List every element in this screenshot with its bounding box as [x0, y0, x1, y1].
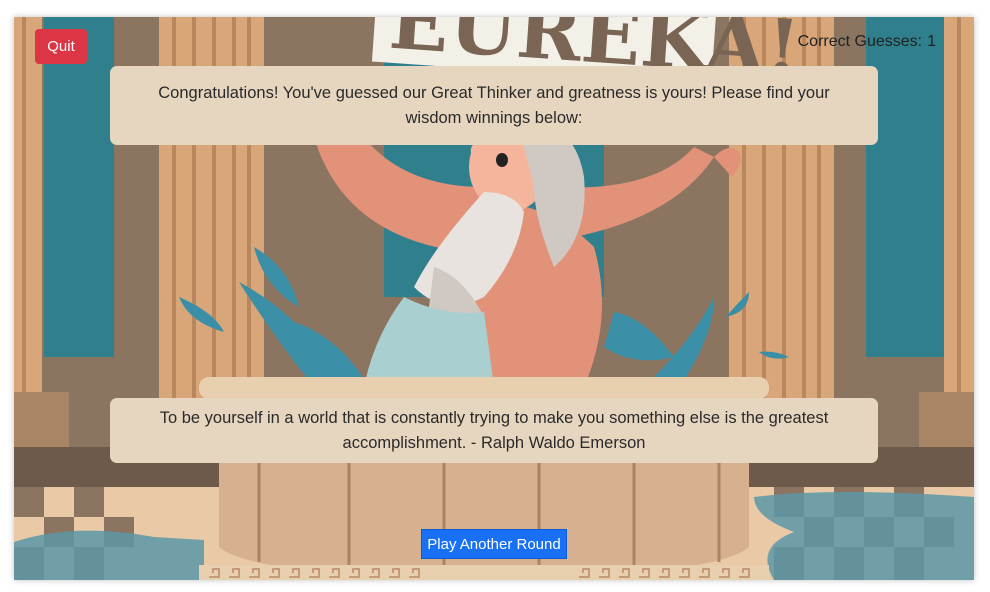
- play-another-round-button[interactable]: Play Another Round: [421, 529, 567, 559]
- quit-button[interactable]: Quit: [35, 29, 87, 64]
- quote-panel: To be yourself in a world that is consta…: [110, 398, 878, 463]
- score-label: Correct Guesses:: [797, 33, 923, 50]
- game-frame: EUREKA! Quit Correct Guesses: 1 Congratu…: [14, 17, 974, 580]
- result-message: Congratulations! You've guessed our Grea…: [158, 83, 830, 127]
- score-display: Correct Guesses: 1: [798, 33, 936, 51]
- quote-text: To be yourself in a world that is consta…: [159, 408, 829, 452]
- result-panel: Congratulations! You've guessed our Grea…: [110, 66, 878, 145]
- score-value: 1: [927, 33, 936, 50]
